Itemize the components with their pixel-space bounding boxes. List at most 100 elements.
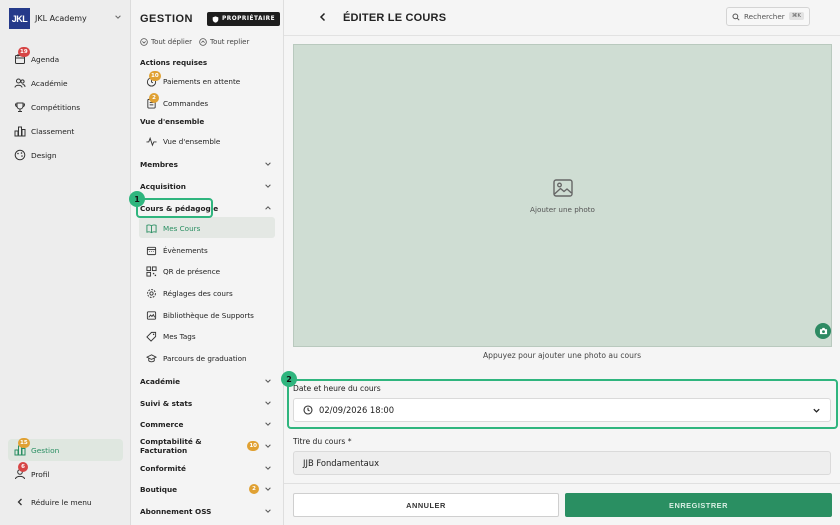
chevron-down-icon [265,466,271,470]
chevron-left-icon [14,496,26,508]
search-icon [732,12,740,21]
image-icon [552,179,573,197]
library-icon [146,310,157,321]
required-actions-heading: Actions requises [140,58,208,67]
orders-icon: 2 [146,92,159,109]
search-button[interactable]: Rechercher ⌘K [726,7,810,26]
sidebar-item-label: Profil [31,469,50,479]
sidebar-item-label: Compétitions [31,102,81,112]
sidebar-item-design[interactable]: Design [14,147,57,163]
payments-badge: 10 [149,70,161,81]
nav-parcours-graduation[interactable]: Parcours de graduation [146,351,247,365]
gestion-badge: 15 [18,438,30,448]
nav-evenements[interactable]: Évènements [146,243,208,257]
payment-icon: 10 [146,70,161,87]
page-title: ÉDITER LE COURS [343,12,447,24]
nav-qr-presence[interactable]: QR de présence [146,264,220,278]
sidebar-item-academie[interactable]: Académie [14,75,68,91]
boutique-badge: 2 [249,484,259,494]
nav-label: Réglages des cours [163,288,233,298]
nav-label: Évènements [163,245,208,255]
collapse-all-label: Tout replier [210,38,250,46]
chevron-down-icon [265,162,271,166]
nav-label: Parcours de graduation [163,353,247,363]
chevron-down-icon [265,509,271,513]
book-icon [146,223,157,234]
settings-icon [146,288,157,299]
category-conformite[interactable]: Conformité [140,461,272,475]
collapse-menu-button[interactable]: Réduire le menu [14,494,92,510]
category-label: Abonnement OSS [140,506,212,516]
qr-icon [146,265,157,277]
ranking-icon [14,125,26,137]
main-sidebar: JKL JKL Academy 19 Agenda Académie Compé… [0,0,131,525]
nav-pending-payments[interactable]: 10 Paiements en attente [146,70,240,88]
category-academie[interactable]: Académie [140,374,272,388]
nav-label: QR de présence [163,266,221,276]
academy-name: JKL Academy [35,14,87,23]
chevron-down-icon [265,184,271,188]
orders-badge: 2 [149,92,159,103]
camera-icon [819,327,827,335]
save-button[interactable]: ENREGISTRER [565,493,832,517]
nav-label: Commandes [163,98,209,108]
nav-overview[interactable]: Vue d'ensemble [146,134,220,148]
search-shortcut: ⌘K [788,12,804,20]
nav-orders[interactable]: 2 Commandes [146,92,209,110]
category-label: Conformité [140,463,186,473]
shield-icon [212,15,219,23]
chevron-down-icon [265,422,271,426]
users-icon [14,77,26,89]
sidebar-item-classement[interactable]: Classement [14,123,74,139]
chevron-down-icon[interactable] [114,13,122,21]
category-acquisition[interactable]: Acquisition [140,179,272,193]
academy-switcher[interactable]: JKL JKL Academy [9,8,87,29]
form-footer: ANNULER ENREGISTRER [284,483,840,525]
camera-button[interactable] [815,323,831,339]
chevron-down-icon [265,487,271,491]
nav-mes-tags[interactable]: Mes Tags [146,329,196,343]
sidebar-item-competitions[interactable]: Compétitions [14,99,80,115]
title-field-label: Titre du cours * [293,437,352,446]
category-abonnement[interactable]: Abonnement OSS [140,504,272,518]
step-badge-1: 1 [129,191,145,207]
category-commerce[interactable]: Commerce [140,417,272,431]
nav-mes-cours-active[interactable]: Mes Cours [146,221,200,235]
sidebar-item-agenda[interactable]: 19 Agenda [14,47,59,67]
activity-icon [146,136,157,147]
course-title-input[interactable]: JJB Fondamentaux [293,451,831,475]
nav-label: Mes Tags [163,331,196,341]
chevron-down-icon [265,444,271,448]
profil-badge: 6 [18,462,28,472]
sidebar-item-profil[interactable]: 6 Profil [14,462,50,482]
comptabilite-badge: 10 [247,441,259,451]
back-arrow-icon[interactable] [318,12,328,22]
chevron-down-icon [265,379,271,383]
category-label: Acquisition [140,181,186,191]
graduation-icon [146,353,157,364]
nav-label: Vue d'ensemble [163,136,221,146]
photo-placeholder: Ajouter une photo [294,179,831,214]
nav-bibliotheque[interactable]: Bibliothèque de Supports [146,308,254,322]
photo-upload-area[interactable]: Ajouter une photo [293,44,832,347]
sidebar-item-label: Design [31,150,57,160]
category-suivi-stats[interactable]: Suivi & stats [140,396,272,410]
category-membres[interactable]: Membres [140,157,272,171]
collapse-all-button[interactable]: Tout replier [199,38,249,46]
agenda-badge: 19 [18,47,30,57]
nav-label: Mes Cours [163,223,201,233]
category-boutique[interactable]: Boutique 2 [140,482,272,496]
expand-all-button[interactable]: Tout déplier [140,38,192,46]
highlight-box-2 [287,379,838,429]
chevron-down-icon [265,401,271,405]
nav-reglages-cours[interactable]: Réglages des cours [146,286,233,300]
owner-badge-label: PROPRIÉTAIRE [222,16,276,22]
expand-all-label: Tout déplier [151,38,193,46]
category-comptabilite[interactable]: Comptabilité & Facturation 10 [140,437,272,455]
sidebar-item-gestion[interactable]: 15 Gestion [14,438,59,458]
category-label: Commerce [140,419,184,429]
cancel-button[interactable]: ANNULER [293,493,559,517]
photo-caption: Appuyez pour ajouter une photo au cours [482,351,642,360]
owner-badge: PROPRIÉTAIRE [207,12,281,26]
panel-title: GESTION [140,13,194,25]
